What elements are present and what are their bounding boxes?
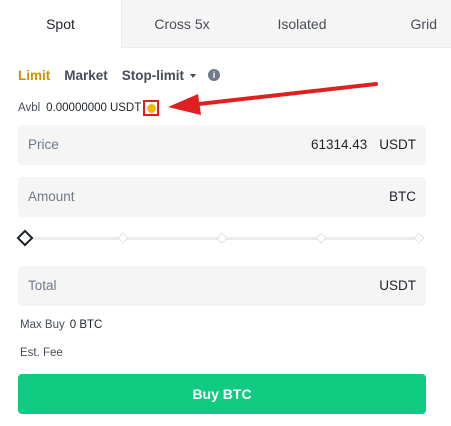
- price-unit: USDT: [379, 137, 416, 152]
- slider-handle[interactable]: [16, 229, 34, 247]
- amount-label: Amount: [28, 189, 75, 204]
- amount-input[interactable]: Amount BTC: [18, 177, 426, 217]
- order-type-market[interactable]: Market: [64, 68, 108, 83]
- max-buy: Max Buy 0 BTC: [20, 319, 102, 331]
- slider-tick-75[interactable]: [315, 232, 327, 244]
- available-value: 0.00000000: [46, 102, 107, 114]
- tab-spot[interactable]: Spot: [0, 0, 122, 49]
- slider-tick-25[interactable]: [117, 232, 129, 244]
- available-unit: USDT: [109, 102, 142, 114]
- est-fee-label[interactable]: Est. Fee: [20, 347, 63, 359]
- max-buy-label: Max Buy: [20, 319, 65, 331]
- buy-button[interactable]: Buy BTC: [18, 374, 426, 414]
- transfer-icon[interactable]: [146, 103, 156, 113]
- amount-slider[interactable]: [16, 229, 426, 247]
- trade-mode-tabs: Spot Cross 5x Isolated Grid: [0, 0, 451, 49]
- tab-isolated[interactable]: Isolated: [242, 0, 362, 48]
- price-input[interactable]: Price 61314.43 USDT: [18, 125, 426, 165]
- transfer-highlight-box: [143, 100, 160, 116]
- price-label: Price: [28, 137, 59, 152]
- total-input[interactable]: Total USDT: [18, 266, 426, 306]
- total-unit: USDT: [379, 278, 416, 293]
- available-balance: Avbl 0.00000000 USDT: [18, 100, 160, 116]
- total-label: Total: [28, 278, 57, 293]
- annotation-arrow-icon: [168, 82, 378, 115]
- tab-cross[interactable]: Cross 5x: [123, 0, 241, 48]
- slider-tick-50[interactable]: [216, 232, 228, 244]
- max-buy-value: 0 BTC: [69, 319, 103, 331]
- order-type-limit[interactable]: Limit: [18, 68, 50, 83]
- tab-grid[interactable]: Grid: [363, 0, 451, 48]
- available-label: Avbl: [18, 102, 41, 114]
- price-value: 61314.43: [310, 137, 368, 152]
- amount-unit: BTC: [389, 189, 416, 204]
- slider-tick-100[interactable]: [413, 232, 425, 244]
